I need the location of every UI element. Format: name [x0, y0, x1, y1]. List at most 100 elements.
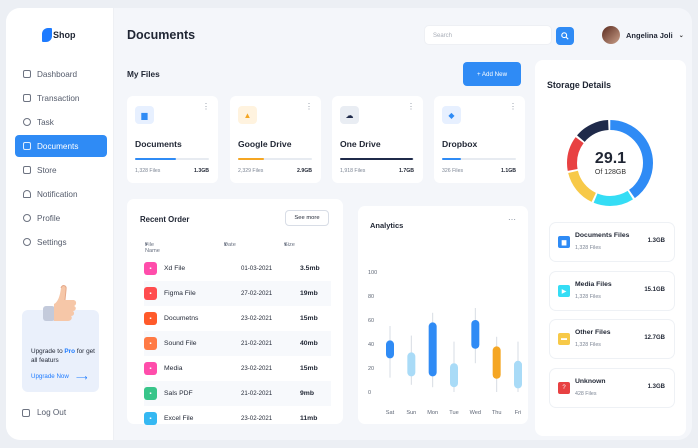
search-icon	[561, 32, 569, 40]
file-count: 1,328 Files	[135, 168, 161, 174]
column-header-size[interactable]: Size ▾	[284, 242, 295, 248]
storage-item-documents[interactable]: ▆ Documents Files 1,328 Files 1.3GB	[550, 223, 674, 261]
x-tick-label: Wed	[470, 410, 481, 416]
file-size: 19mb	[300, 290, 318, 297]
file-size: 15mb	[300, 365, 318, 372]
search-button[interactable]	[556, 27, 574, 45]
media-file-icon: ▪	[144, 362, 157, 375]
xd-file-icon: ▪	[144, 262, 157, 275]
chevron-down-icon: ⌄	[678, 32, 684, 39]
recent-order-panel: Recent Order See more File Name ▾ Date ▾…	[127, 199, 343, 425]
file-card-title: One Drive	[340, 139, 381, 149]
search-input[interactable]: Search	[424, 25, 552, 45]
add-new-button[interactable]: + Add New	[463, 62, 521, 86]
logout-button[interactable]: Log Out	[22, 408, 66, 417]
sidebar-item-profile[interactable]: Profile	[15, 207, 107, 229]
storage-item-files: 1,328 Files	[575, 245, 601, 251]
file-date: 27-02-2021	[241, 290, 273, 297]
file-date: 23-02-2021	[241, 415, 273, 422]
analytics-panel: Analytics ⋯ 0 20 40 60 80 100 Sat Sun Mon Tue Wed T…	[358, 206, 528, 424]
sidebar-item-dashboard[interactable]: Dashboard	[15, 63, 107, 85]
file-name: Sals PDF	[164, 390, 193, 397]
upgrade-card: Upgrade to Pro for get all featurs Upgra…	[22, 285, 99, 392]
logo-icon	[42, 28, 52, 42]
file-size: 15mb	[300, 315, 318, 322]
y-tick-label: 60	[368, 318, 374, 324]
sidebar-item-label: Transaction	[37, 93, 80, 103]
sidebar-item-store[interactable]: Store	[15, 159, 107, 181]
storage-panel: Storage Details 29.1 Of 128GB ▆ Documents…	[535, 60, 686, 436]
file-card-google-drive[interactable]: ▲ ⋮ Google Drive 2,329 Files 2.9GB	[230, 96, 321, 183]
storage-item-size: 1.3GB	[647, 384, 665, 390]
storage-item-unknown[interactable]: ? Unknown 428 Files 1.3GB	[550, 369, 674, 407]
storage-item-files: 1,328 Files	[575, 342, 601, 348]
user-menu[interactable]: Angelina Joli ⌄	[602, 26, 684, 44]
storage-progress-fill	[340, 158, 413, 160]
x-tick-label: Mon	[427, 410, 438, 416]
table-row[interactable]: ▪ Excel File 23-02-2021 11mb	[144, 406, 331, 431]
storage-item-media[interactable]: ▶ Media Files 1,328 Files 15.1GB	[550, 272, 674, 310]
table-row[interactable]: ▪ Sals PDF 21-02-2021 9mb	[144, 381, 331, 406]
sidebar-item-documents[interactable]: Documents	[15, 135, 107, 157]
avatar	[602, 26, 620, 44]
more-options-icon[interactable]: ⋮	[509, 102, 517, 111]
file-size: 1.1GB	[501, 168, 516, 174]
more-options-icon[interactable]: ⋮	[407, 102, 415, 111]
column-header-date[interactable]: Date ▾	[224, 242, 236, 248]
file-card-documents[interactable]: ▆ ⋮ Documents 1,328 Files 1.3GB	[127, 96, 218, 183]
sidebar-item-notification[interactable]: Notification	[15, 183, 107, 205]
sidebar-item-transaction[interactable]: Transaction	[15, 87, 107, 109]
analytics-chart: 0 20 40 60 80 100 Sat Sun Mon Tue Wed Thu Fri	[368, 270, 522, 416]
clock-icon	[23, 118, 31, 126]
arrow-right-icon[interactable]: ⟶	[76, 373, 87, 382]
file-date: 23-02-2021	[241, 365, 273, 372]
file-size: 1.3GB	[194, 168, 209, 174]
receipt-icon	[23, 94, 31, 102]
y-tick-label: 80	[368, 294, 374, 300]
more-options-icon[interactable]: ⋮	[202, 102, 210, 111]
file-name: Excel File	[164, 415, 194, 422]
file-card-dropbox[interactable]: ◆ ⋮ Dropbox 326 Files 1.1GB	[434, 96, 525, 183]
storage-total-label: Of 128GB	[594, 169, 627, 176]
candle-body[interactable]	[386, 340, 394, 359]
file-card-title: Google Drive	[238, 139, 292, 149]
bell-icon	[23, 190, 31, 198]
table-row[interactable]: ▪ Xd File 01-03-2021 3.5mb	[144, 256, 331, 281]
table-row[interactable]: ▪ Sound File 21-02-2021 40mb	[144, 331, 331, 356]
file-count: 2,329 Files	[238, 168, 264, 174]
sidebar-item-label: Documents	[37, 141, 79, 151]
candle-body[interactable]	[492, 346, 501, 379]
file-size: 11mb	[300, 415, 318, 422]
file-card-meta: 1,328 Files 1.3GB	[135, 168, 209, 174]
storage-item-name: Other Files	[575, 329, 611, 336]
column-header-file-name[interactable]: File Name ▾	[145, 242, 160, 254]
candle-body[interactable]	[428, 322, 437, 377]
file-count: 1,918 Files	[340, 168, 366, 174]
file-name: Documetns	[164, 315, 199, 322]
candle-body[interactable]	[450, 363, 458, 388]
table-row[interactable]: ▪ Documetns 23-02-2021 15mb	[144, 306, 331, 331]
upgrade-now-link[interactable]: Upgrade Now	[31, 373, 69, 380]
file-card-one-drive[interactable]: ☁ ⋮ One Drive 1,918 Files 1.7GB	[332, 96, 423, 183]
candle-body[interactable]	[514, 360, 522, 389]
storage-progress-bar	[340, 158, 414, 160]
table-row[interactable]: ▪ Media 23-02-2021 15mb	[144, 356, 331, 381]
sidebar-item-label: Notification	[37, 189, 78, 199]
sidebar-item-task[interactable]: Task	[15, 111, 107, 133]
file-cards: ▆ ⋮ Documents 1,328 Files 1.3GB ▲ ⋮ Googl…	[127, 96, 527, 184]
storage-title: Storage Details	[547, 80, 612, 90]
candle-body[interactable]	[407, 352, 416, 377]
table-row[interactable]: ▪ Figma File 27-02-2021 19mb	[144, 281, 331, 306]
sidebar-item-settings[interactable]: Settings	[15, 231, 107, 253]
document-icon	[23, 142, 31, 150]
more-options-icon[interactable]: ⋮	[305, 102, 313, 111]
logo[interactable]: Shop	[42, 28, 76, 42]
sidebar-item-label: Settings	[37, 237, 67, 247]
file-name: Xd File	[164, 265, 186, 272]
cloud-icon: ☁	[340, 106, 359, 124]
candle-body[interactable]	[471, 320, 480, 349]
storage-item-other[interactable]: ▬ Other Files 1,328 Files 12.7GB	[550, 320, 674, 358]
y-tick-label: 20	[368, 366, 374, 372]
column-header-label: Size	[284, 242, 295, 248]
see-more-button[interactable]: See more	[285, 210, 329, 226]
